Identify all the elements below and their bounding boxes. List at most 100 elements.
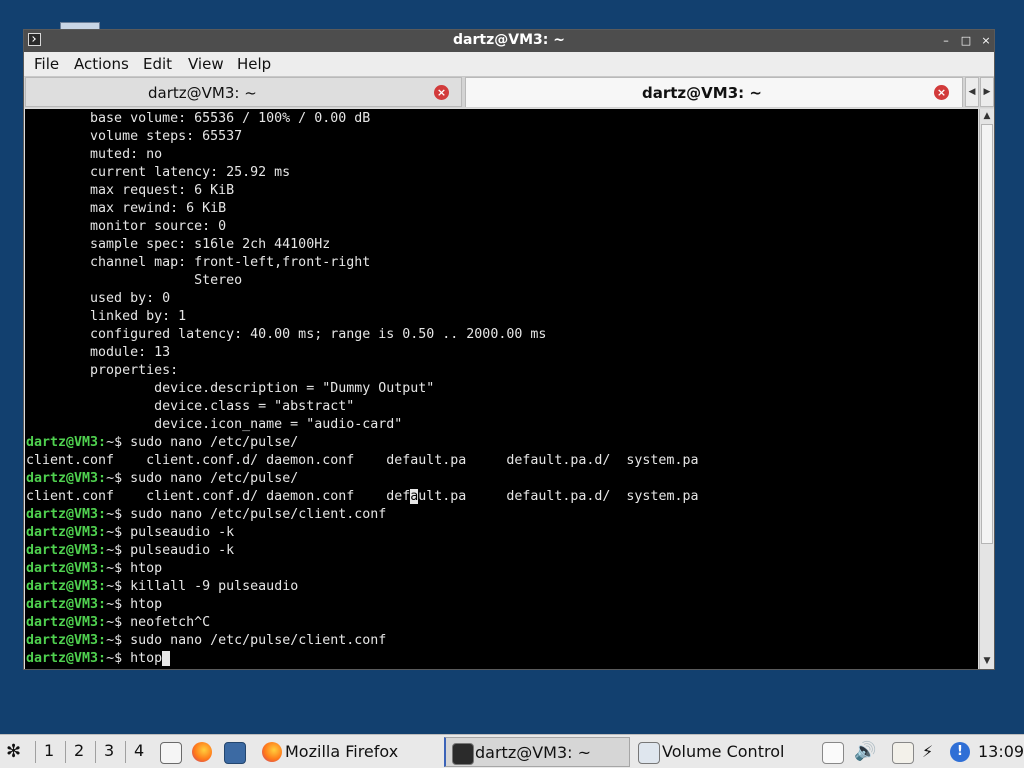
line-text: sample spec: s16le 2ch 44100Hz — [26, 237, 331, 252]
prompt: dartz@VM3: — [26, 435, 107, 450]
firefox-icon[interactable] — [192, 742, 212, 762]
menu-bar: File Actions Edit View Help — [24, 52, 994, 77]
minimize-button[interactable]: – — [938, 33, 954, 49]
command-text: htop — [130, 651, 163, 666]
scrollbar-thumb[interactable] — [981, 124, 993, 544]
prompt-suffix: ~$ — [106, 543, 131, 558]
prompt: dartz@VM3: — [26, 615, 107, 630]
terminal-command-line: dartz@VM3:~$ sudo nano /etc/pulse/client… — [26, 506, 698, 524]
terminal-output-line: muted: no — [26, 146, 698, 164]
task-label: Volume Control — [662, 742, 785, 761]
prompt-suffix: ~$ — [106, 651, 131, 666]
terminal-output-line: sample spec: s16le 2ch 44100Hz — [26, 236, 698, 254]
command-text: neofetch^C — [130, 615, 211, 630]
speaker-icon[interactable]: 🔊 — [854, 735, 876, 768]
line-text: channel map: front-left,front-right — [26, 255, 371, 270]
terminal-command-line: dartz@VM3:~$ htop — [26, 560, 698, 578]
line-text: muted: no — [26, 147, 163, 162]
prompt: dartz@VM3: — [26, 633, 107, 648]
tab-label: dartz@VM3: ~ — [148, 84, 257, 102]
prompt-suffix: ~$ — [106, 435, 131, 450]
prompt-suffix: ~$ — [106, 507, 131, 522]
workspace-2[interactable]: 2 — [74, 741, 84, 760]
info-icon[interactable]: ! — [950, 742, 970, 762]
tab-terminal-2[interactable]: dartz@VM3: ~ × — [465, 77, 963, 107]
terminal-icon — [452, 743, 474, 765]
window-title: dartz@VM3: ~ — [453, 32, 565, 48]
menu-view[interactable]: View — [188, 55, 224, 73]
prompt: dartz@VM3: — [26, 543, 107, 558]
terminal-output-line: client.conf client.conf.d/ daemon.conf d… — [26, 452, 698, 470]
line-text: Stereo — [26, 273, 243, 288]
terminal-output-line: device.class = "abstract" — [26, 398, 698, 416]
menu-help[interactable]: Help — [237, 55, 271, 73]
tab-label: dartz@VM3: ~ — [642, 84, 762, 102]
command-text: pulseaudio -k — [130, 543, 235, 558]
tab-scroll-left-icon[interactable]: ◀ — [965, 77, 979, 107]
app-menu-icon[interactable]: ✻ — [6, 735, 21, 768]
tab-bar: dartz@VM3: ~ × dartz@VM3: ~ × ◀ ▶ — [24, 77, 994, 108]
terminal-output-line: device.description = "Dummy Output" — [26, 380, 698, 398]
terminal-command-line: dartz@VM3:~$ pulseaudio -k — [26, 542, 698, 560]
command-text: sudo nano /etc/pulse/ — [130, 471, 299, 486]
task-firefox[interactable]: Mozilla Firefox — [256, 737, 442, 767]
title-bar[interactable]: dartz@VM3: ~ – □ × — [24, 30, 994, 52]
prompt-suffix: ~$ — [106, 579, 131, 594]
terminal-command-line: dartz@VM3:~$ htop — [26, 596, 698, 614]
terminal-command-line: dartz@VM3:~$ htop — [26, 650, 698, 668]
volume-control-icon — [638, 742, 660, 764]
command-text: htop — [130, 561, 163, 576]
line-text: current latency: 25.92 ms — [26, 165, 291, 180]
network-icon[interactable]: ⚡ — [922, 735, 933, 768]
close-tab-icon[interactable]: × — [934, 85, 949, 100]
prompt: dartz@VM3: — [26, 579, 107, 594]
tab-terminal-1[interactable]: dartz@VM3: ~ × — [25, 77, 462, 107]
prompt: dartz@VM3: — [26, 525, 107, 540]
prompt: dartz@VM3: — [26, 471, 107, 486]
separator — [125, 741, 126, 763]
command-text: pulseaudio -k — [130, 525, 235, 540]
prompt-suffix: ~$ — [106, 597, 131, 612]
text-editor-icon[interactable] — [160, 742, 182, 764]
prompt: dartz@VM3: — [26, 561, 107, 576]
terminal-output-line: properties: — [26, 362, 698, 380]
workspace-3[interactable]: 3 — [104, 741, 114, 760]
workspace-1[interactable]: 1 — [44, 741, 54, 760]
desktop: dartz@VM3: ~ – □ × File Actions Edit Vie… — [0, 0, 1024, 768]
terminal-output[interactable]: base volume: 65536 / 100% / 0.00 dB volu… — [25, 109, 978, 669]
terminal-command-line: dartz@VM3:~$ sudo nano /etc/pulse/client… — [26, 632, 698, 650]
terminal-output-line: volume steps: 65537 — [26, 128, 698, 146]
menu-actions[interactable]: Actions — [74, 55, 129, 73]
close-tab-icon[interactable]: × — [434, 85, 449, 100]
line-text: max rewind: 6 KiB — [26, 201, 227, 216]
task-volume-control[interactable]: Volume Control — [634, 737, 814, 767]
terminal-scrollbar[interactable]: ▲ ▼ — [979, 109, 994, 669]
clipboard-icon[interactable] — [892, 742, 914, 764]
prompt: dartz@VM3: — [26, 651, 107, 666]
tab-scroll-right-icon[interactable]: ▶ — [980, 77, 994, 107]
maximize-button[interactable]: □ — [958, 33, 974, 49]
line-text: device.icon_name = "audio-card" — [26, 417, 403, 432]
monitor-icon[interactable] — [224, 742, 246, 764]
scroll-down-icon[interactable]: ▼ — [980, 654, 994, 668]
prompt: dartz@VM3: — [26, 597, 107, 612]
close-button[interactable]: × — [978, 33, 994, 49]
window-icon[interactable] — [822, 742, 844, 764]
workspace-4[interactable]: 4 — [134, 741, 144, 760]
terminal-lines: base volume: 65536 / 100% / 0.00 dB volu… — [26, 110, 698, 668]
terminal-output-line: channel map: front-left,front-right — [26, 254, 698, 272]
text-cursor — [162, 651, 171, 666]
command-text: killall -9 pulseaudio — [130, 579, 299, 594]
menu-edit[interactable]: Edit — [143, 55, 172, 73]
line-text: client.conf client.conf.d/ daemon.conf d… — [26, 489, 411, 504]
line-text: module: 13 — [26, 345, 171, 360]
terminal-command-line: dartz@VM3:~$ pulseaudio -k — [26, 524, 698, 542]
terminal-output-line: linked by: 1 — [26, 308, 698, 326]
clock[interactable]: 13:09 — [978, 742, 1024, 761]
task-terminal[interactable]: dartz@VM3: ~ — [444, 737, 630, 767]
terminal-output-line: max request: 6 KiB — [26, 182, 698, 200]
command-text: htop — [130, 597, 163, 612]
scroll-up-icon[interactable]: ▲ — [980, 109, 994, 123]
menu-file[interactable]: File — [34, 55, 59, 73]
terminal-command-line: dartz@VM3:~$ killall -9 pulseaudio — [26, 578, 698, 596]
